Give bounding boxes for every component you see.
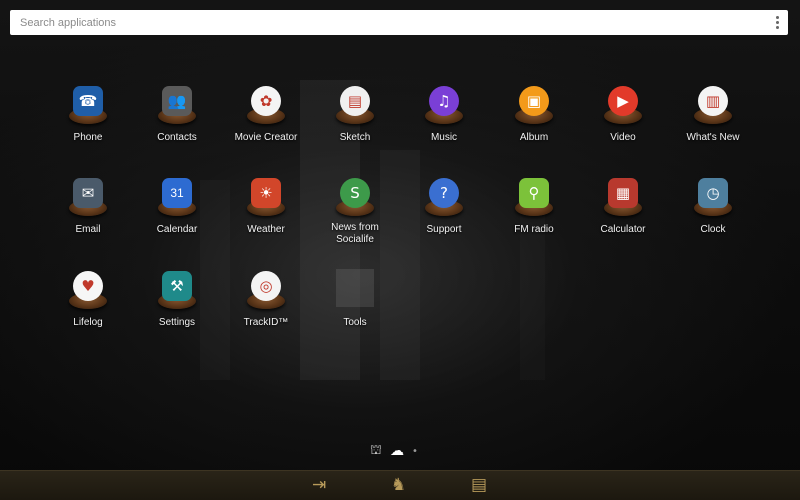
app-sketch[interactable]: ▤ Sketch [310,84,400,154]
app-label: Lifelog [73,317,103,328]
app-label: Email [75,224,101,235]
app-whats-new[interactable]: ▥ What's New [668,84,758,154]
settings-icon-glyph: ⚒ [162,271,192,301]
movie-creator-icon-glyph: ✿ [251,86,281,116]
tools-folder-icon [333,269,377,311]
app-label: FM radio [514,224,554,235]
app-trackid[interactable]: ◎ TrackID™ [221,269,311,339]
music-icon: ♫ [422,84,466,126]
video-icon: ▶ [601,84,645,126]
app-label: Phone [73,132,103,143]
app-email[interactable]: ✉ Email [43,176,133,246]
weather-icon-glyph: ☀ [251,178,281,208]
fm-radio-icon-glyph: ⚲ [519,178,549,208]
news-icon: S [333,176,377,216]
app-settings[interactable]: ⚒ Settings [132,269,222,339]
app-label: Settings [158,317,196,328]
app-label: Clock [700,224,726,235]
app-phone[interactable]: ☎ Phone [43,84,133,154]
app-news[interactable]: S News from Socialife [310,176,400,246]
sketch-icon-glyph: ▤ [340,86,370,116]
clock-icon: ◷ [691,176,735,218]
lifelog-icon: ♥ [66,269,110,311]
lifelog-icon-glyph: ♥ [73,271,103,301]
calendar-icon-glyph: 31 [162,178,192,208]
phone-icon: ☎ [66,84,110,126]
folder-background [336,269,374,307]
book-icon[interactable]: ▤ [471,475,487,495]
search-bar[interactable] [10,10,788,35]
trackid-icon: ◎ [244,269,288,311]
news-icon-glyph: S [340,178,370,208]
app-label: Tools [343,317,367,328]
app-label: Contacts [157,132,197,143]
app-label: TrackID™ [243,317,289,328]
support-icon: ? [422,176,466,218]
sketch-icon: ▤ [333,84,377,126]
email-icon: ✉ [66,176,110,218]
app-label: Movie Creator [234,132,298,143]
app-label: Support [426,224,462,235]
email-icon-glyph: ✉ [73,178,103,208]
phone-icon-glyph: ☎ [73,86,103,116]
app-video[interactable]: ▶ Video [578,84,668,154]
app-calculator[interactable]: ▦ Calculator [578,176,668,246]
app-contacts[interactable]: 👥 Contacts [132,84,222,154]
contacts-icon: 👥 [155,84,199,126]
fm-radio-icon: ⚲ [512,176,556,218]
settings-icon: ⚒ [155,269,199,311]
app-label: Calculator [600,224,646,235]
album-icon-glyph: ▣ [519,86,549,116]
search-input[interactable] [20,16,760,29]
figure-icon[interactable]: ♞ [391,475,406,495]
calculator-icon-glyph: ▦ [608,178,638,208]
wallpaper [0,0,800,500]
dock: ⇥ ♞ ▤ [0,470,800,500]
app-album[interactable]: ▣ Album [489,84,579,154]
app-label: News from Socialife [331,222,379,245]
app-label: Calendar [156,224,198,235]
app-movie-creator[interactable]: ✿ Movie Creator [221,84,311,154]
binoculars-icon[interactable]: ⛫ [370,443,382,460]
clock-icon-glyph: ◷ [698,178,728,208]
movie-creator-icon: ✿ [244,84,288,126]
app-label: Album [519,132,549,143]
weather-icon: ☀ [244,176,288,218]
calendar-icon: 31 [155,176,199,218]
app-tools-folder[interactable]: Tools [310,269,400,339]
app-music[interactable]: ♫ Music [399,84,489,154]
app-clock[interactable]: ◷ Clock [668,176,758,246]
app-label: Video [610,132,636,143]
app-weather[interactable]: ☀ Weather [221,176,311,246]
album-icon: ▣ [512,84,556,126]
music-icon-glyph: ♫ [429,86,459,116]
app-label: Weather [247,224,285,235]
whats-new-icon-glyph: ▥ [698,86,728,116]
calculator-icon: ▦ [601,176,645,218]
app-label: Sketch [339,132,371,143]
app-fm-radio[interactable]: ⚲ FM radio [489,176,579,246]
page-indicator: ⛫ ☁ • [370,443,418,460]
app-label: What's New [686,132,740,143]
trackid-icon-glyph: ◎ [251,271,281,301]
whats-new-icon: ▥ [691,84,735,126]
exit-door-icon[interactable]: ⇥ [312,475,326,495]
video-icon-glyph: ▶ [608,86,638,116]
ghost-icon[interactable]: ☁ [390,443,404,459]
app-support[interactable]: ? Support [399,176,489,246]
support-icon-glyph: ? [429,178,459,208]
contacts-icon-glyph: 👥 [162,86,192,116]
page-dot-icon[interactable]: • [412,446,418,457]
app-label: Music [430,132,458,143]
app-calendar[interactable]: 31 Calendar [132,176,222,246]
app-lifelog[interactable]: ♥ Lifelog [43,269,133,339]
overflow-menu-icon[interactable] [776,16,780,29]
